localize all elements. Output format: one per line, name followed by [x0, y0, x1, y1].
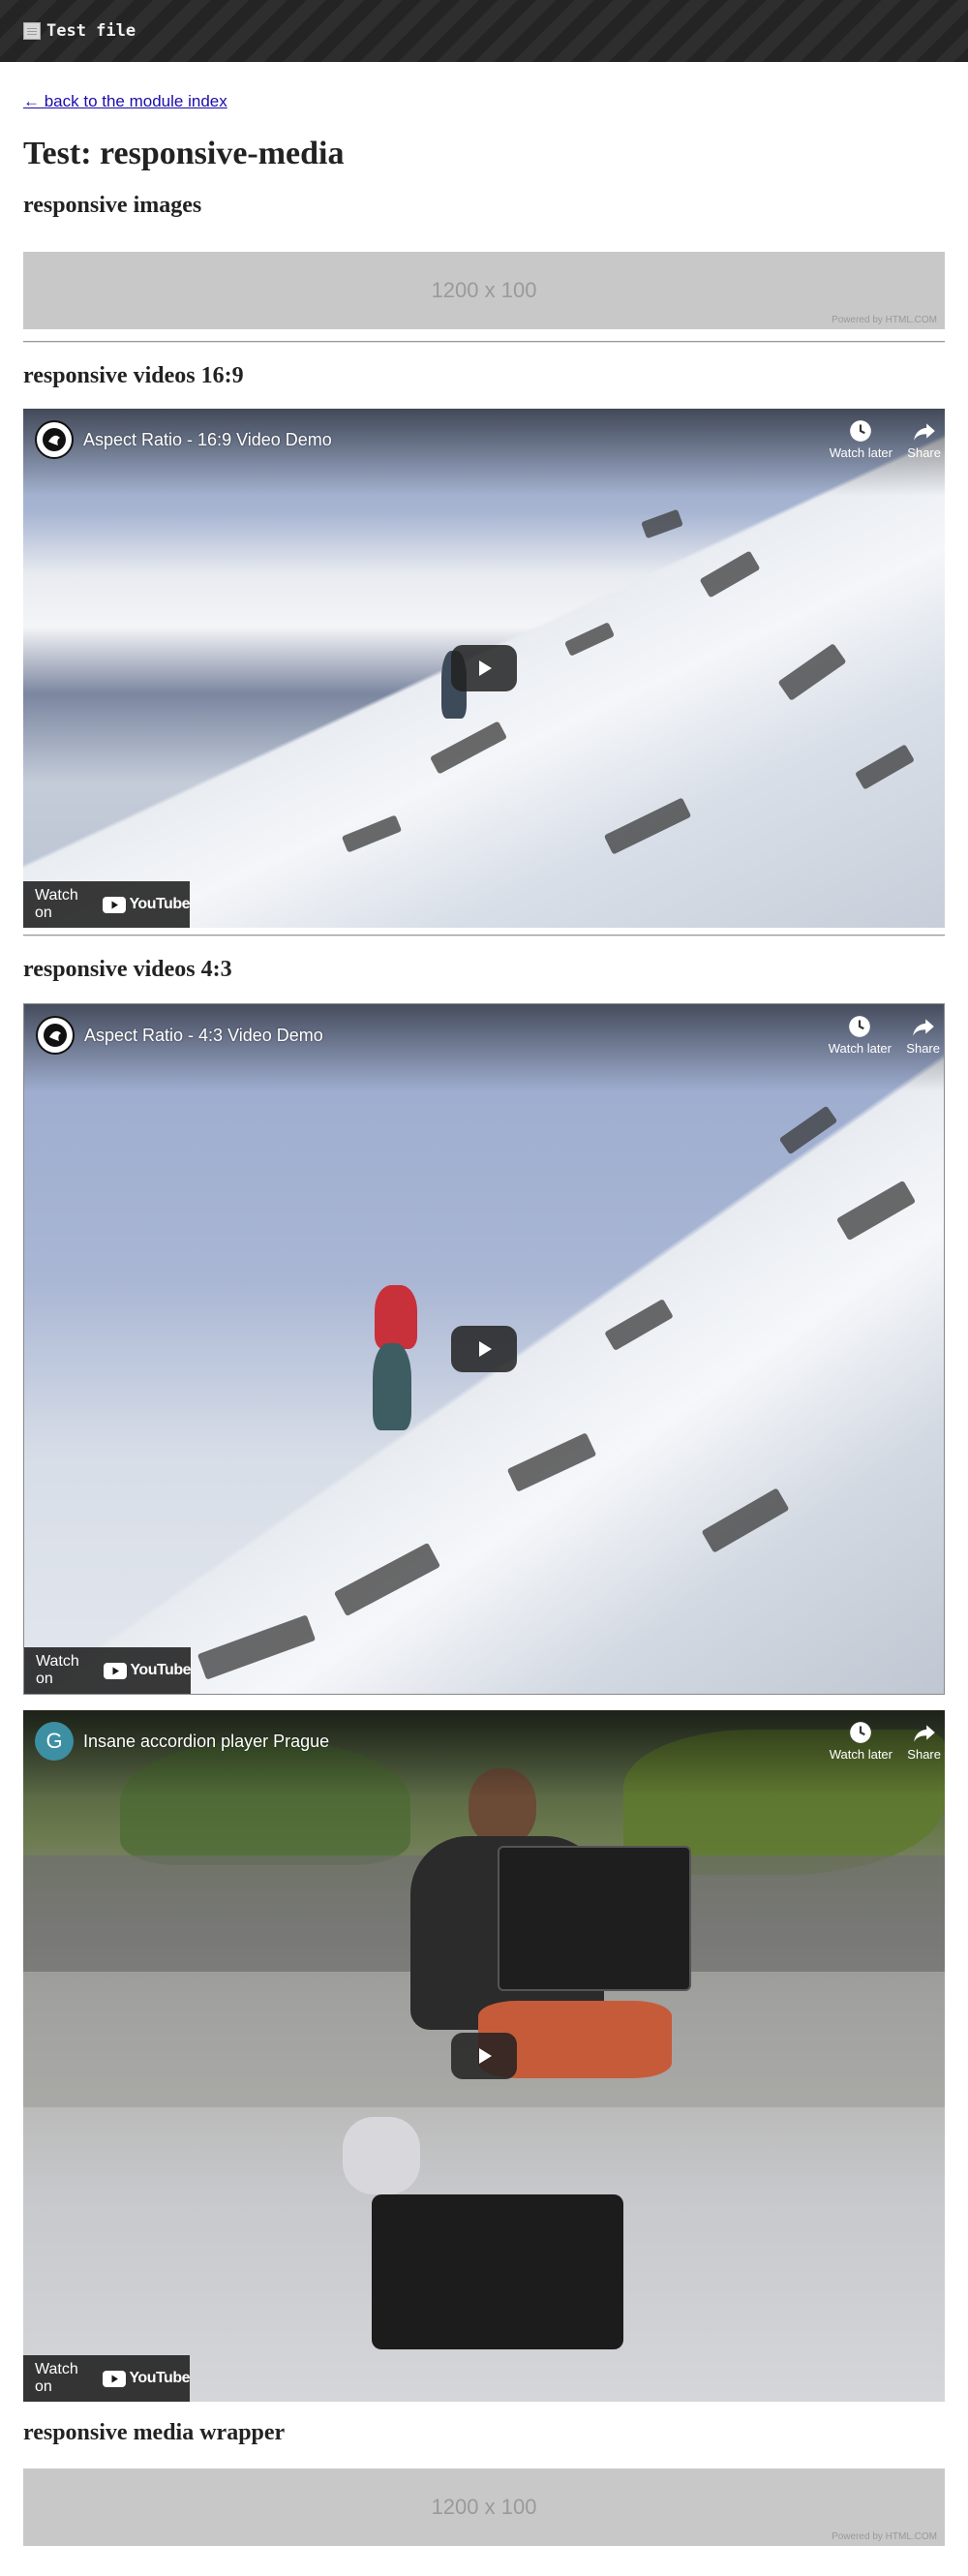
watch-later-label: Watch later [829, 1747, 892, 1762]
video-player-4-3[interactable]: Aspect Ratio - 4:3 Video Demo Watch late… [23, 1003, 945, 1695]
youtube-label: YouTube [129, 2370, 190, 2386]
rock-shape [333, 1542, 441, 1617]
youtube-logo-icon [103, 896, 127, 913]
share-label: Share [907, 445, 941, 460]
share-button[interactable]: Share [907, 1720, 941, 1762]
share-arrow-icon [913, 1725, 935, 1742]
section-heading-video-16-9: responsive videos 16:9 [23, 363, 244, 388]
clock-icon [849, 1016, 871, 1037]
video-player-16-9[interactable]: Aspect Ratio - 16:9 Video Demo Watch lat… [23, 409, 945, 928]
placeholder-credit: Powered by HTML.COM [832, 2531, 937, 2542]
rock-shape [604, 1298, 674, 1352]
rock-shape [603, 797, 692, 855]
youtube-logo-icon [103, 2370, 127, 2387]
top-bar: Test file [0, 0, 968, 62]
top-bar-title: Test file [46, 21, 136, 41]
video-player-accordion[interactable]: G Insane accordion player Prague Watch l… [23, 1710, 945, 2402]
youtube-label: YouTube [130, 1662, 191, 1678]
file-icon [23, 22, 41, 40]
rock-shape [778, 1105, 838, 1155]
watch-later-label: Watch later [828, 1041, 892, 1056]
climber-figure [375, 1285, 417, 1349]
share-arrow-icon [913, 423, 935, 441]
play-icon [479, 1341, 492, 1357]
back-to-index-link[interactable]: ← back to the module index [23, 92, 227, 111]
watch-on-youtube-button[interactable]: Watch on YouTube [23, 881, 190, 928]
rock-shape [341, 814, 403, 853]
play-button[interactable] [451, 645, 517, 691]
channel-avatar-icon[interactable] [36, 1016, 75, 1055]
page-title: Test: responsive-media [23, 136, 345, 171]
bag-shape [343, 2117, 420, 2194]
rock-shape [429, 721, 508, 775]
youtube-logo-icon [104, 1662, 128, 1679]
watch-on-label: Watch on [36, 1653, 79, 1687]
placeholder-size-label: 1200 x 100 [431, 2495, 537, 2519]
accordion-shape [498, 1846, 691, 1991]
climber-legs [373, 1343, 411, 1430]
play-icon [479, 660, 492, 676]
rock-shape [197, 1614, 317, 1680]
watch-on-label: Watch on [35, 2361, 78, 2395]
youtube-label: YouTube [129, 896, 190, 912]
play-icon [479, 2048, 492, 2064]
section-heading-video-4-3: responsive videos 4:3 [23, 957, 232, 982]
section-heading-media-wrapper: responsive media wrapper [23, 2420, 286, 2445]
share-label: Share [907, 1747, 941, 1762]
rock-shape [699, 550, 761, 598]
rock-shape [701, 1487, 790, 1553]
divider [23, 341, 945, 343]
share-arrow-icon [912, 1019, 934, 1036]
watch-later-label: Watch later [829, 445, 892, 460]
rock-shape [563, 622, 616, 657]
divider [23, 935, 945, 936]
clock-icon [850, 1722, 872, 1743]
rock-shape [835, 1180, 917, 1242]
channel-avatar-icon[interactable]: G [35, 1722, 74, 1761]
watch-on-label: Watch on [35, 887, 78, 921]
rock-shape [855, 744, 915, 790]
watch-on-youtube-button[interactable]: Watch on YouTube [24, 1647, 191, 1694]
share-label: Share [906, 1041, 940, 1056]
share-button[interactable]: Share [906, 1014, 940, 1056]
placeholder-image: 1200 x 100 Powered by HTML.COM [23, 2469, 945, 2546]
rock-shape [641, 508, 683, 539]
rock-shape [777, 643, 847, 701]
main-content: ← back to the module index Test: respons… [0, 62, 968, 2546]
youtube-logo: YouTube [104, 1662, 191, 1679]
avatar-letter: G [45, 1729, 63, 1753]
watch-later-button[interactable]: Watch later [829, 1014, 892, 1056]
play-button[interactable] [451, 2033, 517, 2079]
section-heading-images: responsive images [23, 193, 202, 218]
watch-on-youtube-button[interactable]: Watch on YouTube [23, 2355, 190, 2402]
channel-avatar-icon[interactable] [35, 420, 74, 459]
youtube-logo: YouTube [103, 896, 190, 913]
youtube-logo: YouTube [103, 2370, 190, 2387]
share-button[interactable]: Share [907, 418, 941, 460]
watch-later-button[interactable]: Watch later [830, 418, 892, 460]
placeholder-image: 1200 x 100 Powered by HTML.COM [23, 252, 945, 329]
accordion-case [372, 2194, 623, 2349]
video-title[interactable]: Insane accordion player Prague [83, 1732, 329, 1752]
placeholder-size-label: 1200 x 100 [431, 278, 537, 302]
placeholder-credit: Powered by HTML.COM [832, 315, 937, 325]
video-title[interactable]: Aspect Ratio - 4:3 Video Demo [84, 1026, 323, 1046]
video-title[interactable]: Aspect Ratio - 16:9 Video Demo [83, 430, 332, 450]
clock-icon [850, 420, 872, 442]
watch-later-button[interactable]: Watch later [830, 1720, 892, 1762]
play-button[interactable] [451, 1326, 517, 1372]
rock-shape [506, 1432, 597, 1492]
